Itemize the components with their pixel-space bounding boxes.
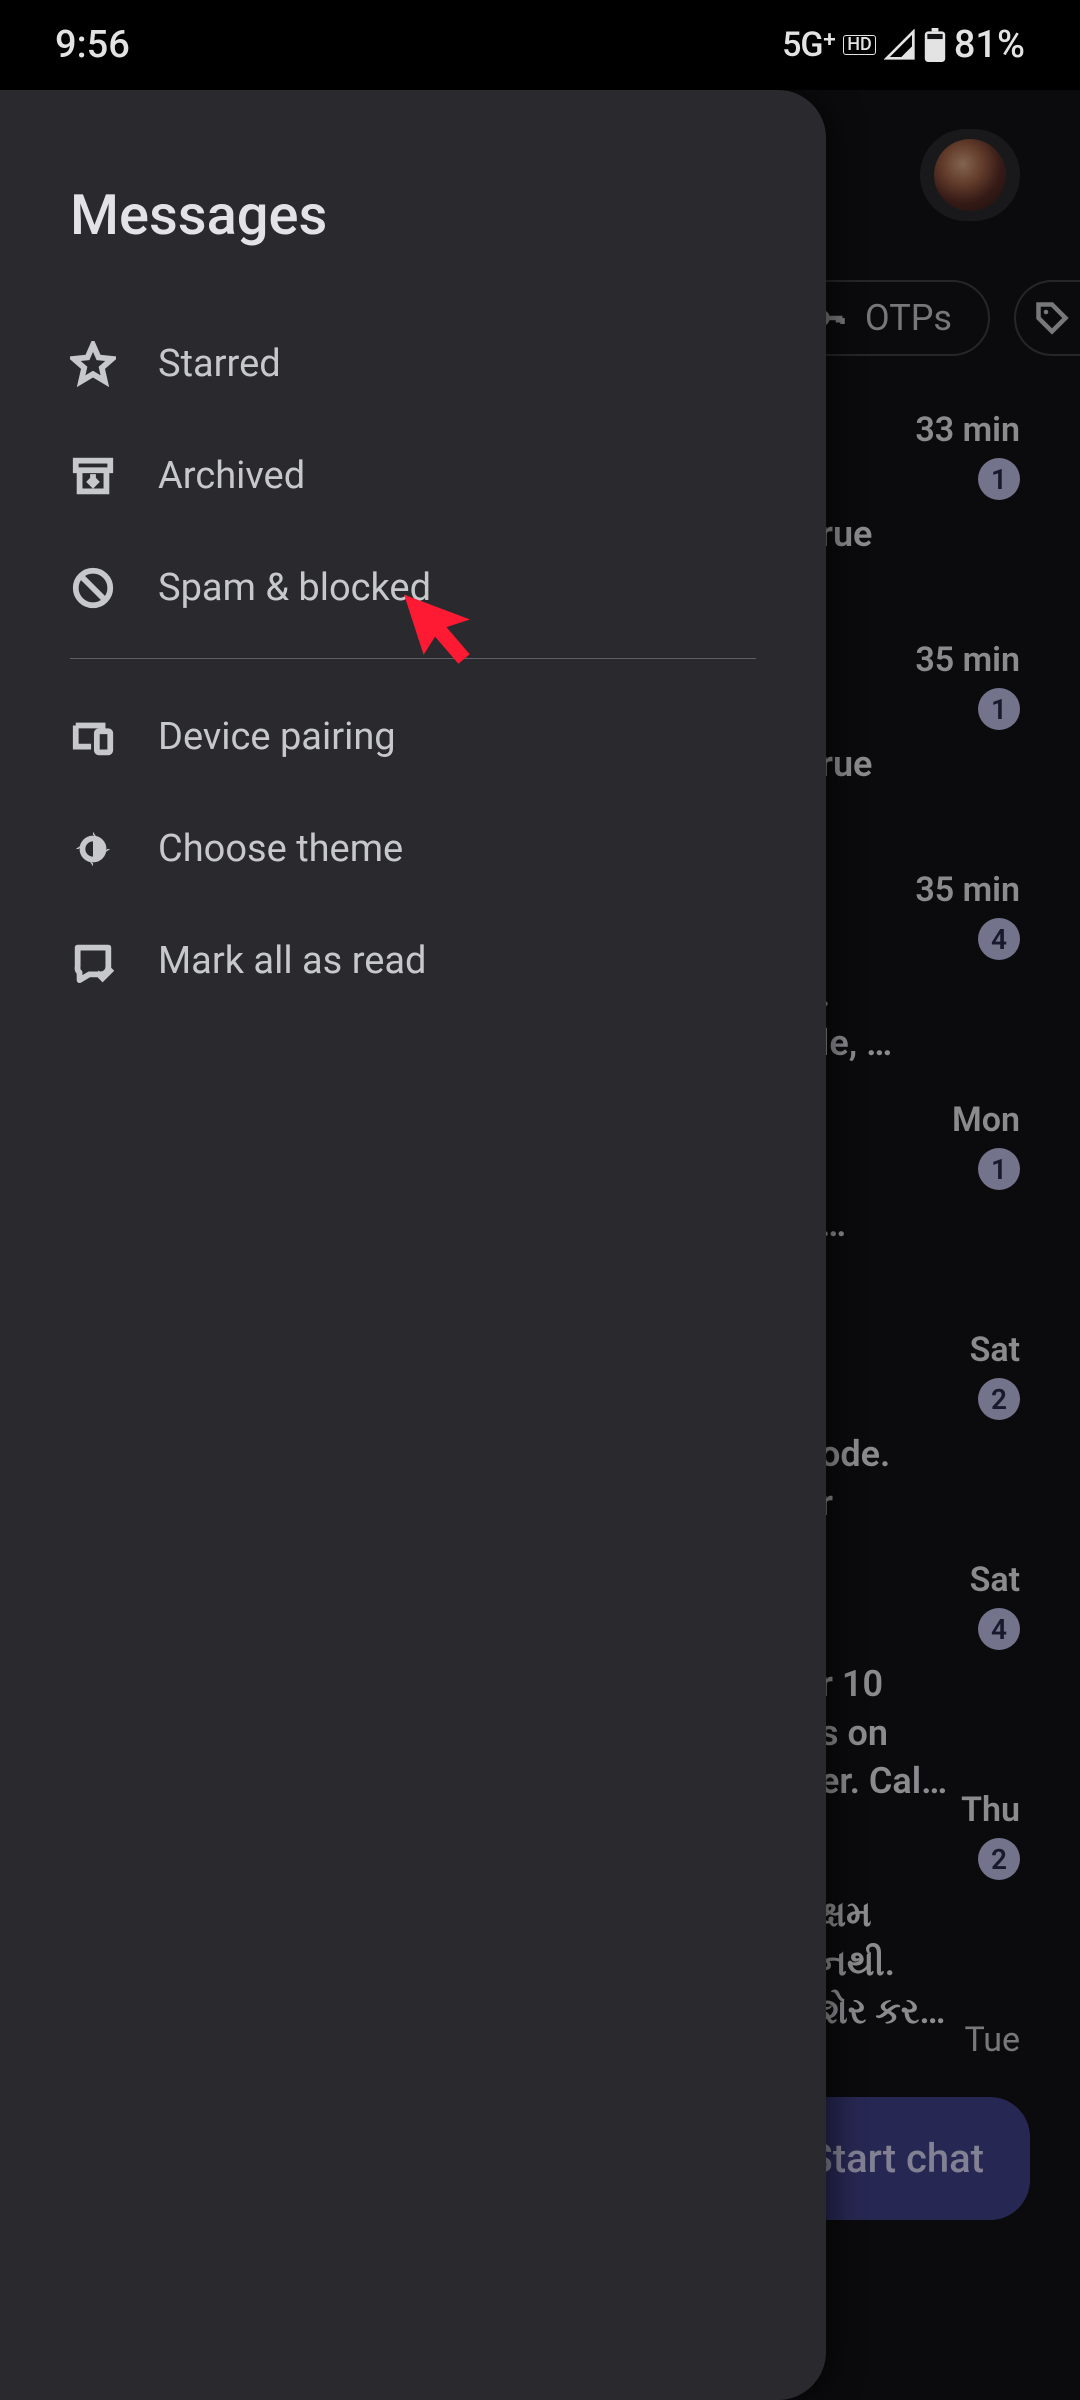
menu-starred[interactable]: Starred xyxy=(0,308,826,420)
menu-label: Starred xyxy=(158,342,281,386)
network-type: 5G⁺ xyxy=(782,25,835,65)
drawer-title: Messages xyxy=(0,90,826,308)
battery-percent: 81% xyxy=(954,23,1025,67)
block-icon xyxy=(70,565,116,611)
archive-icon xyxy=(70,453,116,499)
menu-label: Spam & blocked xyxy=(158,566,431,610)
mark-read-icon xyxy=(70,938,116,984)
theme-icon xyxy=(70,826,116,872)
drawer-menu: Starred Archived Spam & blocked Device p… xyxy=(0,308,826,1017)
signal-icon xyxy=(884,29,916,61)
hd-indicator: HD xyxy=(843,35,876,55)
status-bar: 9:56 5G⁺ HD 81% xyxy=(0,0,1080,90)
menu-device-pairing[interactable]: Device pairing xyxy=(0,681,826,793)
battery-icon xyxy=(924,28,946,62)
menu-label: Mark all as read xyxy=(158,939,426,983)
star-icon xyxy=(70,341,116,387)
status-time: 9:56 xyxy=(55,23,130,67)
menu-archived[interactable]: Archived xyxy=(0,420,826,532)
menu-spam-blocked[interactable]: Spam & blocked xyxy=(0,532,826,644)
menu-choose-theme[interactable]: Choose theme xyxy=(0,793,826,905)
menu-divider xyxy=(70,658,756,659)
menu-mark-all-read[interactable]: Mark all as read xyxy=(0,905,826,1017)
status-right: 5G⁺ HD 81% xyxy=(782,23,1025,67)
menu-label: Archived xyxy=(158,454,305,498)
navigation-drawer: Messages Starred Archived Spam & blocked xyxy=(0,90,826,2400)
menu-label: Device pairing xyxy=(158,715,396,759)
menu-label: Choose theme xyxy=(158,827,403,871)
devices-icon xyxy=(70,714,116,760)
